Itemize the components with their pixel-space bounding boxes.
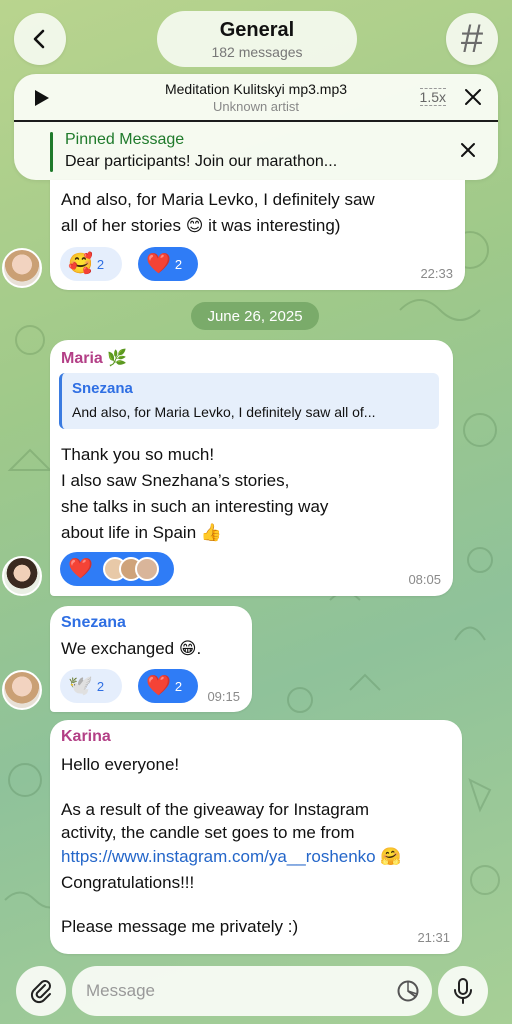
- message-composer: [72, 966, 432, 1016]
- top-panel: Meditation Kulitskyi mp3.mp3 Unknown art…: [14, 74, 498, 180]
- message-line: I also saw Snezhana’s stories,: [61, 471, 290, 490]
- sender-name: Karina: [61, 728, 111, 745]
- message-time: 21:31: [417, 930, 450, 945]
- audio-player[interactable]: Meditation Kulitskyi mp3.mp3 Unknown art…: [14, 74, 498, 120]
- reaction-count: 2: [174, 256, 183, 272]
- message-bubble[interactable]: And also, for Maria Levko, I definitely …: [50, 180, 465, 290]
- hash-icon: #: [460, 16, 484, 61]
- chat-title: General: [219, 18, 295, 41]
- message-line: all of her stories 😊 it was interesting): [61, 216, 341, 235]
- voice-message-button[interactable]: [438, 966, 488, 1016]
- date-separator: June 26, 2025: [191, 302, 319, 330]
- message-input[interactable]: [86, 978, 386, 1004]
- message-line: We exchanged 😁.: [61, 639, 202, 658]
- avatar[interactable]: [2, 670, 42, 710]
- message-bubble[interactable]: Karina Hello everyone! As a result of th…: [50, 720, 462, 954]
- reaction-pill[interactable]: ❤️ 2: [138, 247, 198, 281]
- reply-sender: Snezana: [72, 380, 133, 397]
- reaction-pill[interactable]: ❤️ 2: [138, 669, 198, 703]
- message-time: 09:15: [207, 689, 240, 704]
- message-bubble[interactable]: Maria 🌿 Snezana And also, for Maria Levk…: [50, 340, 453, 596]
- pinned-message[interactable]: Pinned Message Dear participants! Join o…: [14, 122, 498, 180]
- reply-quote[interactable]: Snezana And also, for Maria Levko, I def…: [59, 373, 439, 429]
- message-line: she talks in such an interesting way: [61, 497, 329, 516]
- message-time: 08:05: [408, 572, 441, 587]
- smiling-hearts-icon: 🥰: [68, 253, 93, 275]
- sticker-icon[interactable]: [396, 979, 420, 1003]
- message-line: https://www.instagram.com/ya__roshenko 🤗: [61, 844, 402, 870]
- heart-icon: ❤️: [146, 253, 171, 275]
- reaction-count: 2: [96, 678, 105, 694]
- avatar[interactable]: [2, 556, 42, 596]
- dove-icon: 🕊️: [68, 675, 93, 697]
- reaction-pill[interactable]: 🕊️ 2: [60, 669, 122, 703]
- message-time: 22:33: [420, 266, 453, 281]
- message-line: Thank you so much!: [61, 445, 215, 464]
- hugging-face-icon: 🤗: [380, 847, 402, 866]
- pinned-title: Pinned Message: [65, 131, 185, 148]
- reactor-avatar: [134, 557, 159, 581]
- close-icon[interactable]: [460, 142, 476, 158]
- chat-title-pill[interactable]: General 182 messages: [157, 11, 357, 67]
- reaction-count: 2: [174, 678, 183, 694]
- microphone-icon: [454, 978, 472, 1004]
- sender-name: Snezana: [61, 614, 126, 631]
- back-button[interactable]: [14, 13, 66, 65]
- paperclip-icon: [30, 980, 51, 1004]
- heart-icon: ❤️: [146, 675, 171, 697]
- back-arrow-icon: [33, 29, 45, 49]
- reaction-pill[interactable]: ❤️: [60, 552, 174, 586]
- reaction-count: 2: [96, 256, 105, 272]
- reaction-pill[interactable]: 🥰 2: [60, 247, 122, 281]
- message-line: about life in Spain 👍: [61, 523, 223, 542]
- topic-button[interactable]: #: [446, 13, 498, 65]
- instagram-link[interactable]: https://www.instagram.com/ya__roshenko: [61, 847, 376, 866]
- attach-button[interactable]: [16, 966, 66, 1016]
- playback-speed[interactable]: 1.5x: [419, 88, 446, 106]
- message-line: Please message me privately :): [61, 917, 299, 936]
- message-line: Congratulations!!!: [61, 873, 195, 892]
- message-line: Hello everyone!: [61, 755, 180, 774]
- close-icon[interactable]: [464, 88, 482, 106]
- message-line: activity, the candle set goes to me from: [61, 823, 355, 842]
- sender-name: Maria 🌿: [61, 350, 128, 367]
- reply-text: And also, for Maria Levko, I definitely …: [72, 404, 376, 420]
- pinned-indicator: [50, 132, 53, 172]
- message-count: 182 messages: [211, 43, 303, 60]
- message-line: And also, for Maria Levko, I definitely …: [61, 190, 375, 209]
- pinned-text: Dear participants! Join our marathon...: [65, 153, 338, 170]
- message-bubble[interactable]: Snezana We exchanged 😁. 🕊️ 2 ❤️ 2 09:15: [50, 606, 252, 712]
- leaf-icon: 🌿: [107, 350, 128, 367]
- heart-icon: ❤️: [68, 558, 93, 580]
- avatar[interactable]: [2, 248, 42, 288]
